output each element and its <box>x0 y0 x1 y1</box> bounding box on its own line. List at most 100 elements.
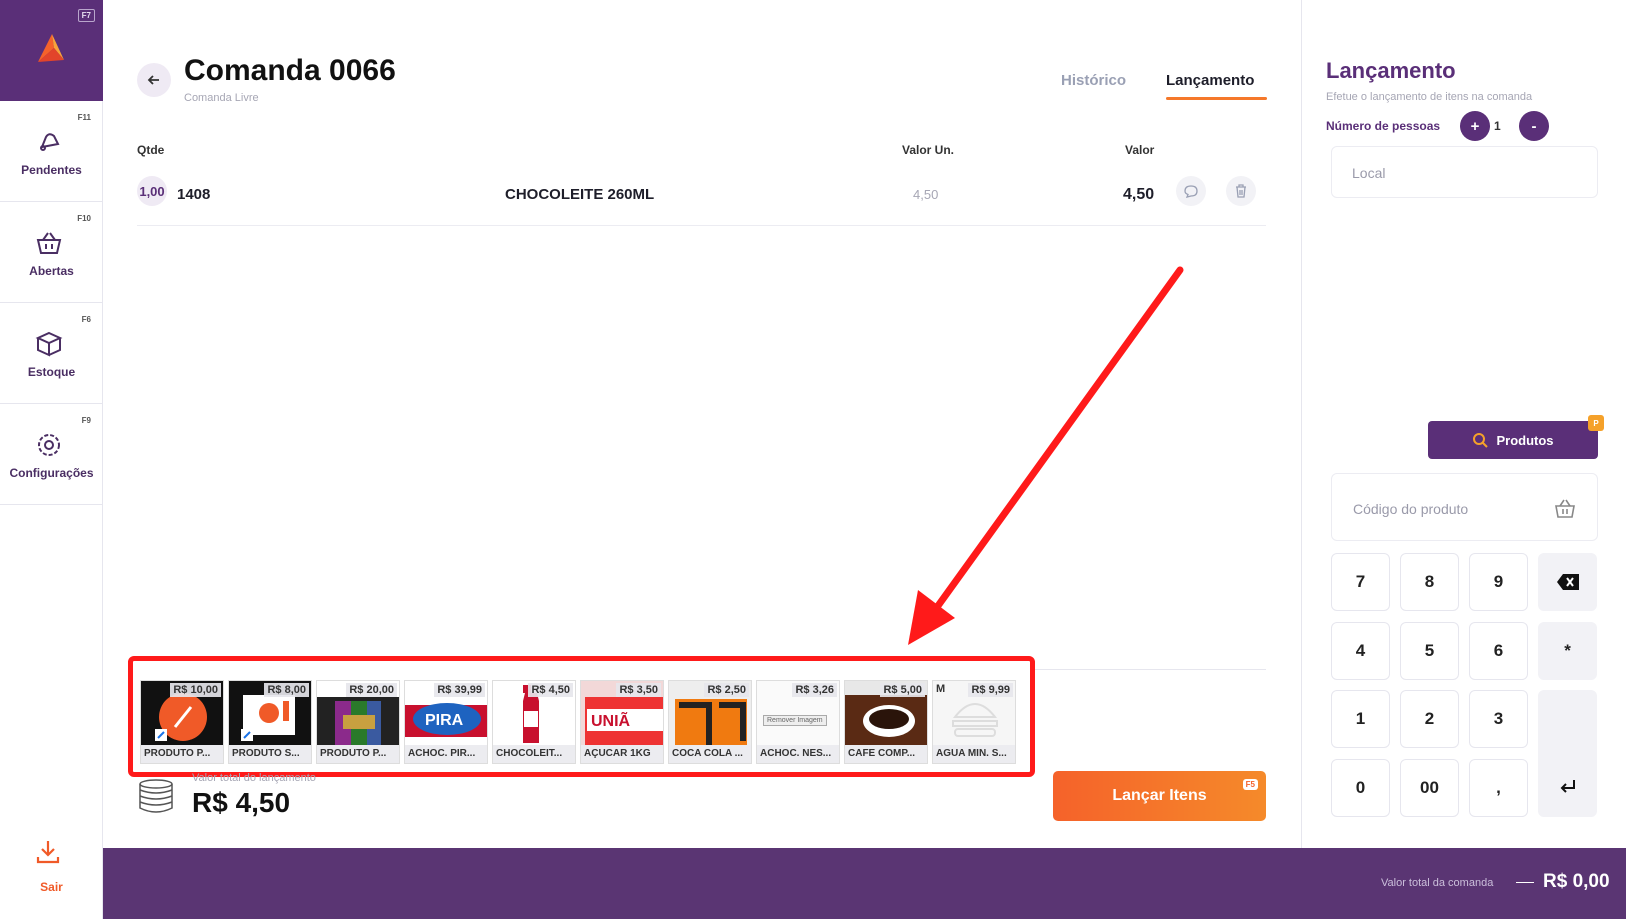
remove-image-label[interactable]: Remover Imagem <box>763 715 827 726</box>
key-7[interactable]: 7 <box>1331 553 1390 611</box>
key-00[interactable]: 00 <box>1400 759 1459 817</box>
exit-button[interactable]: Sair <box>0 830 103 900</box>
product-name: AGUA MIN. S... <box>933 745 1015 763</box>
product-code-input[interactable]: Código do produto <box>1331 473 1598 541</box>
key-4[interactable]: 4 <box>1331 622 1390 680</box>
panel-title: Lançamento <box>1326 58 1456 83</box>
product-tag: M <box>936 683 946 695</box>
page-title: Comanda 0066 <box>184 54 396 87</box>
sidebar-item-abertas[interactable]: F10 Abertas <box>0 202 103 303</box>
product-name: CAFE COMP... <box>845 745 927 763</box>
key-2[interactable]: 2 <box>1400 690 1459 748</box>
bell-icon <box>40 133 60 151</box>
gear-icon <box>38 434 60 456</box>
product-price: R$ 3,50 <box>616 683 661 697</box>
sidebar-item-configuracoes[interactable]: F9 Configurações <box>0 404 103 505</box>
product-name: CHOCOLEIT... <box>493 745 575 763</box>
key-comma[interactable]: , <box>1469 759 1528 817</box>
enter-key[interactable] <box>1538 690 1597 817</box>
people-increment-button[interactable]: + <box>1460 111 1490 141</box>
app-root: F7 F11 Pendentes F10 Abertas F6 Estoque … <box>0 0 1626 919</box>
backspace-icon <box>1556 574 1579 590</box>
product-price: R$ 8,00 <box>264 683 309 697</box>
product-tile[interactable]: R$ 8,00 PRODUTO S... <box>228 680 312 764</box>
key-0[interactable]: 0 <box>1331 759 1390 817</box>
product-name: PRODUTO P... <box>141 745 223 763</box>
product-name: AÇUCAR 1KG <box>581 745 663 763</box>
coins-icon <box>139 779 173 813</box>
enter-icon <box>1560 780 1575 793</box>
fkey-badge: F6 <box>81 315 91 324</box>
column-header-value: Valor <box>1125 143 1155 157</box>
key-8[interactable]: 8 <box>1400 553 1459 611</box>
key-1[interactable]: 1 <box>1331 690 1390 748</box>
basket-icon <box>1555 499 1575 518</box>
sidebar-item-label: Estoque <box>27 365 76 379</box>
tab-historico[interactable]: Histórico <box>1061 72 1126 89</box>
product-tile[interactable]: M R$ 9,99 AGUA MIN. S... <box>932 680 1016 764</box>
launch-items-label: Lançar Itens <box>1112 787 1207 804</box>
local-input[interactable]: Local <box>1331 146 1598 198</box>
item-description: CHOCOLEITE 260ML <box>505 186 655 203</box>
product-tile[interactable]: R$ 20,00 PRODUTO P... <box>316 680 400 764</box>
column-header-qty: Qtde <box>137 143 165 157</box>
people-decrement-button[interactable]: - <box>1519 111 1549 141</box>
exit-label: Sair <box>40 880 63 894</box>
fkey-badge: F10 <box>77 214 91 223</box>
launch-total-value: R$ 4,50 <box>192 787 291 818</box>
product-tile[interactable]: R$ 5,00 CAFE COMP... <box>844 680 928 764</box>
products-button[interactable]: Produtos P <box>1428 415 1604 459</box>
sidebar-item-label: Configurações <box>9 466 94 480</box>
key-5[interactable]: 5 <box>1400 622 1459 680</box>
delete-button[interactable] <box>1226 176 1256 206</box>
key-multiply[interactable]: * <box>1538 622 1597 680</box>
product-tile[interactable]: R$ 2,50 COCA COLA ... <box>668 680 752 764</box>
product-tile[interactable]: PIRA R$ 39,99 ACHOC. PIR... <box>404 680 488 764</box>
qty-badge[interactable]: 1,00 <box>137 176 167 206</box>
svg-text:UNIÃ: UNIÃ <box>591 710 631 730</box>
logo-area[interactable]: F7 <box>0 0 103 101</box>
product-price: R$ 20,00 <box>346 683 397 697</box>
key-3[interactable]: 3 <box>1469 690 1528 748</box>
product-tile[interactable]: UNIÃ R$ 3,50 AÇUCAR 1KG <box>580 680 664 764</box>
backspace-key[interactable] <box>1538 553 1597 611</box>
key-9[interactable]: 9 <box>1469 553 1528 611</box>
product-price: R$ 5,00 <box>880 683 925 697</box>
comment-button[interactable] <box>1176 176 1206 206</box>
download-icon <box>36 841 60 864</box>
item-unit-value: 4,50 <box>913 187 939 202</box>
active-tab-indicator <box>1166 97 1267 100</box>
trash-icon <box>1236 184 1246 198</box>
order-total-value: R$ 0,00 <box>1543 871 1610 892</box>
back-button[interactable] <box>137 63 171 97</box>
key-6[interactable]: 6 <box>1469 622 1528 680</box>
product-tile[interactable]: R$ 10,00 PRODUTO P... <box>140 680 224 764</box>
product-price: R$ 3,26 <box>792 683 837 697</box>
product-tile[interactable]: Remover Imagem R$ 3,26 ACHOC. NES... <box>756 680 840 764</box>
product-tile[interactable]: R$ 4,50 CHOCOLEIT... <box>492 680 576 764</box>
tab-lancamento[interactable]: Lançamento <box>1166 72 1254 89</box>
product-quick-strip: R$ 10,00 PRODUTO P... R$ 8,00 PRODUTO S.… <box>128 656 1035 777</box>
product-name: COCA COLA ... <box>669 745 751 763</box>
people-label: Número de pessoas <box>1326 119 1441 133</box>
sidebar-item-label: Pendentes <box>21 163 82 177</box>
sidebar-item-pendentes[interactable]: F11 Pendentes <box>0 101 103 202</box>
product-code-placeholder: Código do produto <box>1353 501 1469 517</box>
search-icon <box>1473 433 1489 448</box>
arrow-left-icon <box>147 75 159 85</box>
box-icon <box>35 331 63 357</box>
fkey-badge: F5 <box>1242 779 1258 790</box>
launch-total-label: Valor total do lançamento <box>192 772 316 784</box>
column-header-unit-value: Valor Un. <box>902 143 955 157</box>
sidebar-item-estoque[interactable]: F6 Estoque <box>0 303 103 404</box>
product-price: R$ 9,99 <box>968 683 1013 697</box>
order-total-label: Valor total da comanda <box>1381 877 1494 889</box>
logo-icon <box>38 34 64 62</box>
basket-icon <box>36 232 62 254</box>
products-button-label: Produtos <box>1496 432 1554 448</box>
product-name: PRODUTO S... <box>229 745 311 763</box>
launch-items-button[interactable]: Lançar Itens F5 <box>1053 771 1266 821</box>
product-price: R$ 2,50 <box>704 683 749 697</box>
sidebar-item-label: Abertas <box>29 264 74 278</box>
product-price: R$ 10,00 <box>170 683 221 697</box>
